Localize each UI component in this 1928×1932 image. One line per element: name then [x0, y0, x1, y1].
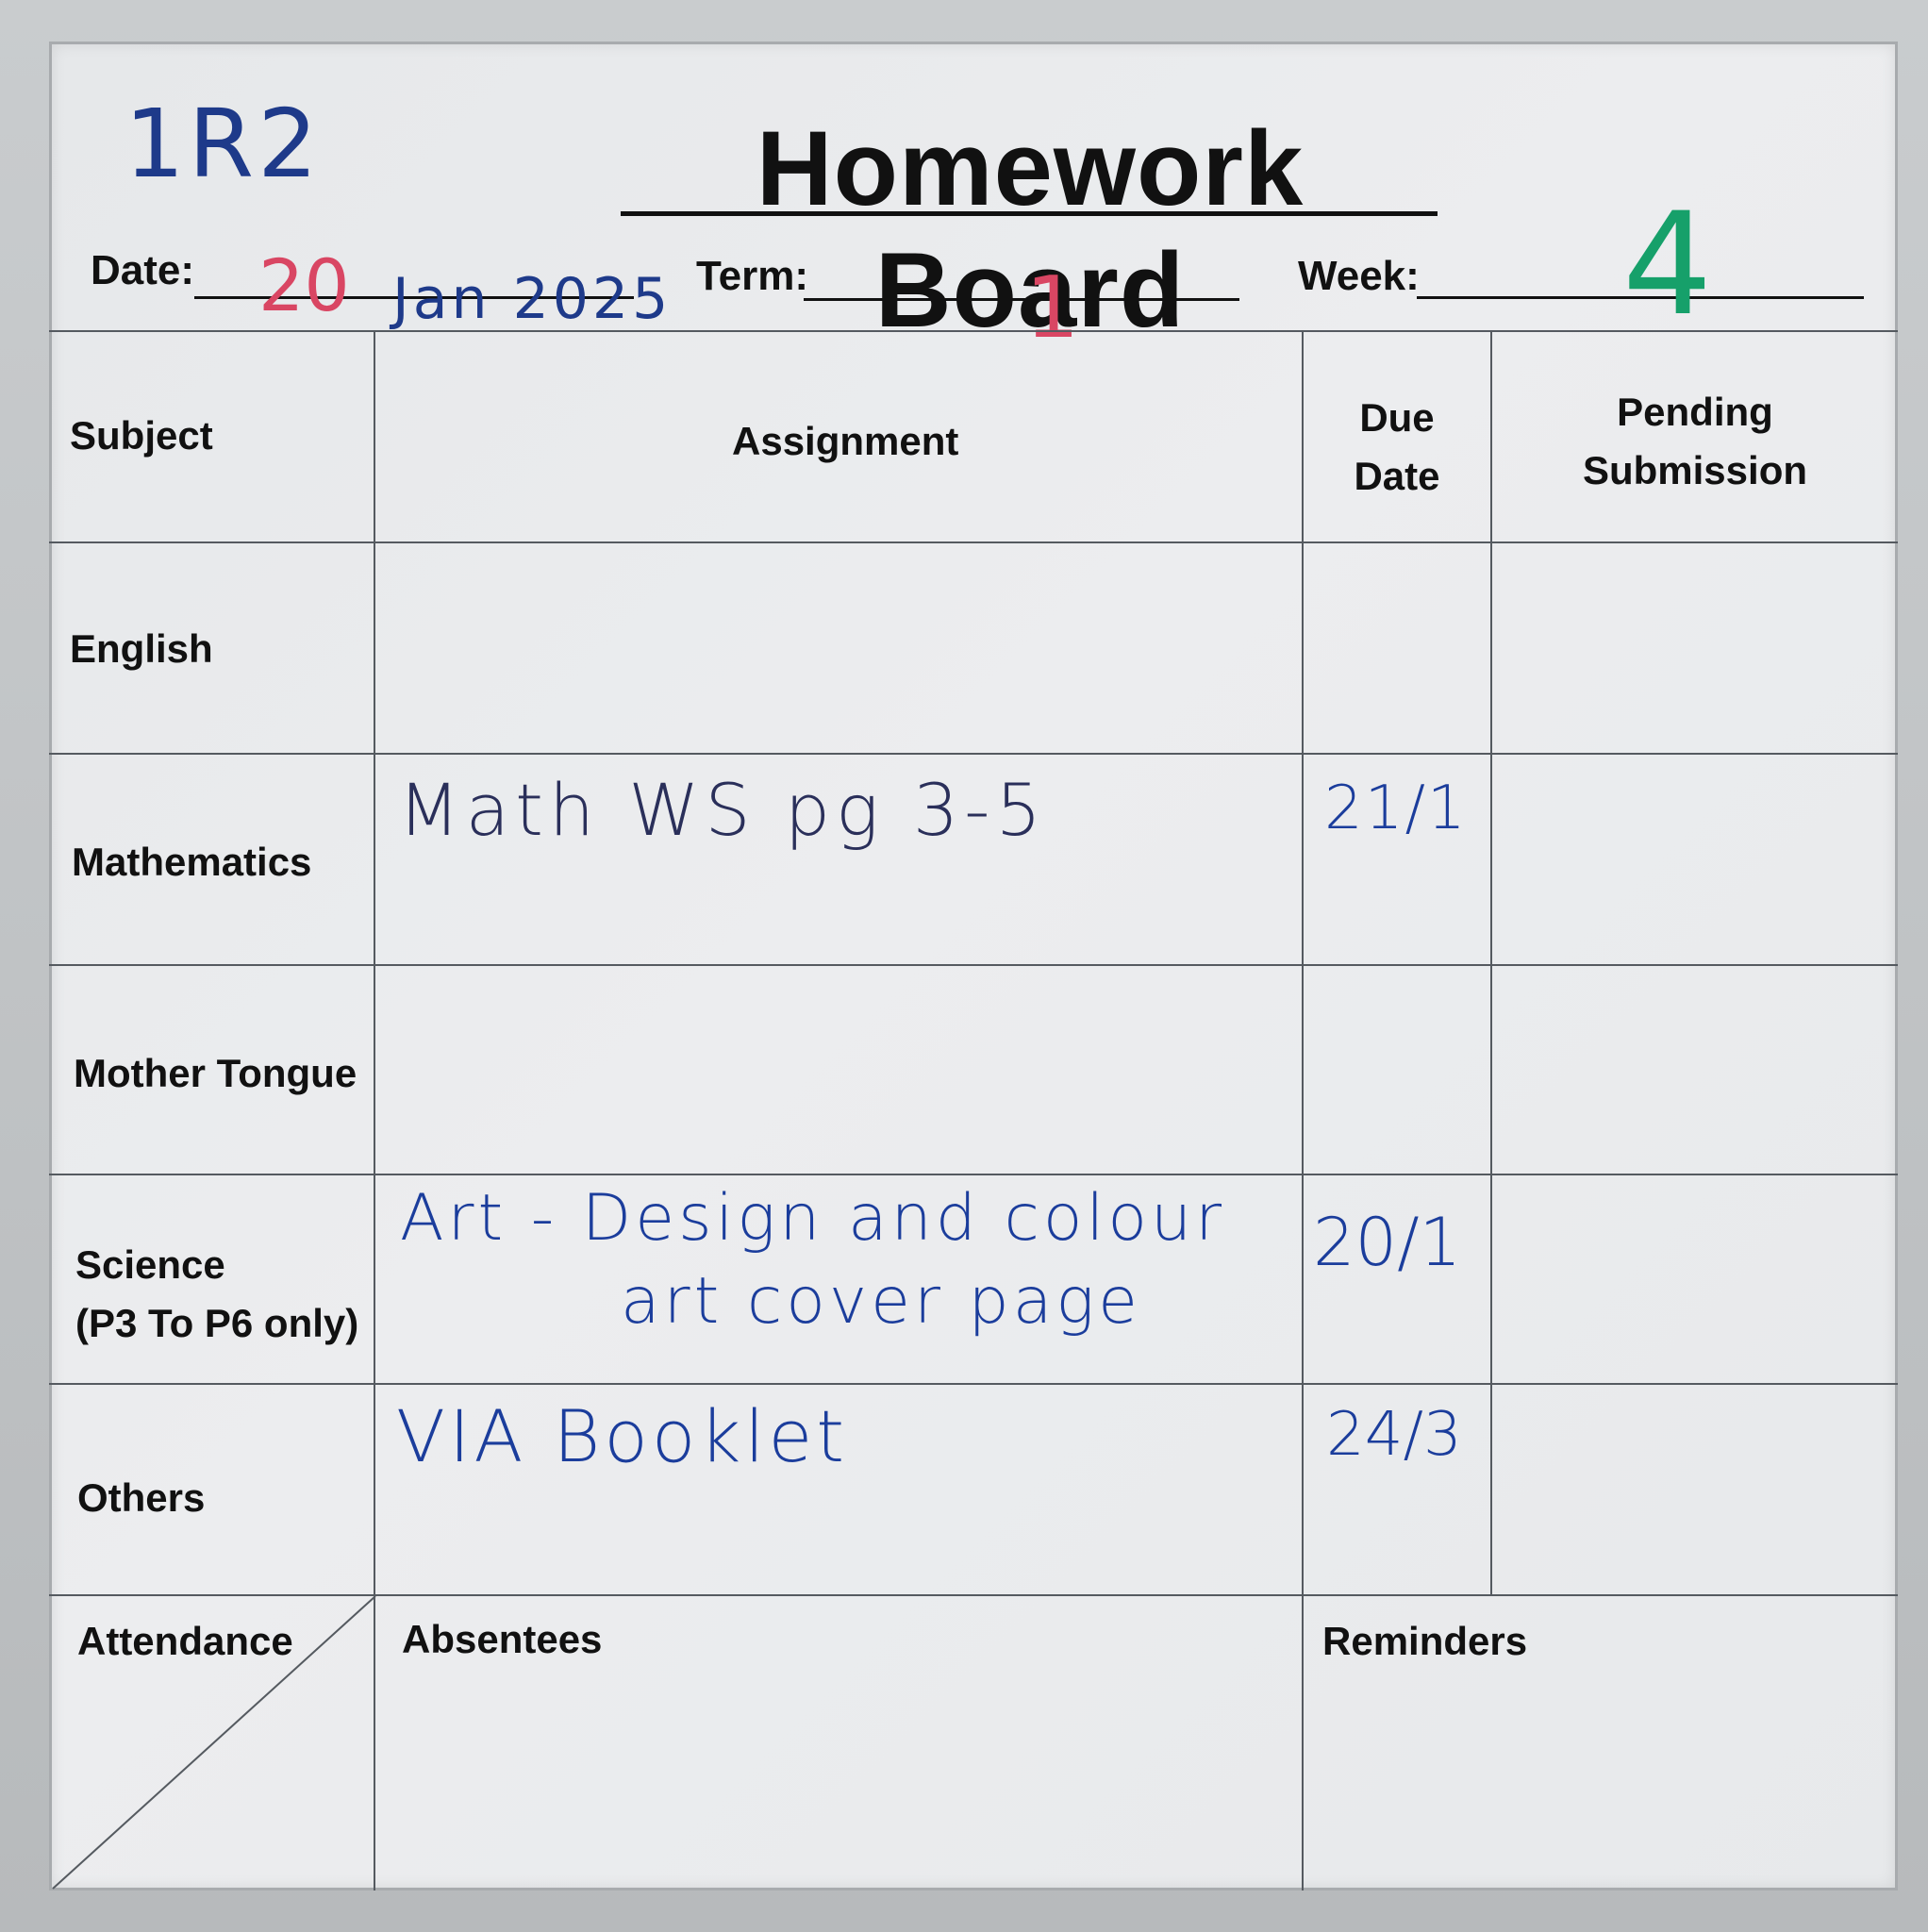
assignment-others: VIA Booklet	[396, 1394, 848, 1478]
whiteboard: 1R2 Homework Board Date: 20 Jan 2025 Ter…	[49, 42, 1898, 1890]
header-due-date: Due Date	[1304, 389, 1490, 506]
assignment-science-line1: Art - Design and colour	[400, 1181, 1226, 1256]
assignment-science-line2: art cover page	[621, 1264, 1142, 1339]
header-pending-submission: Pending Submission	[1492, 383, 1898, 500]
subject-science: Science (P3 To P6 only)	[75, 1236, 358, 1353]
subject-english: English	[70, 626, 213, 671]
subject-mother-tongue: Mother Tongue	[74, 1051, 357, 1095]
subject-science-line1: Science	[75, 1242, 225, 1287]
header-assignment: Assignment	[732, 419, 959, 463]
attendance-diagonal	[52, 1595, 376, 1890]
absentees-label: Absentees	[402, 1617, 603, 1661]
header-pending-line2: Submission	[1582, 448, 1808, 492]
header-due-line1: Due	[1359, 395, 1435, 440]
due-science: 20/1	[1313, 1204, 1462, 1281]
header-pending-line1: Pending	[1617, 390, 1773, 434]
due-others: 24/3	[1326, 1400, 1462, 1470]
header-subject: Subject	[70, 413, 213, 458]
assignment-mathematics: Math WS pg 3-5	[398, 768, 1047, 852]
attendance-label: Attendance	[77, 1619, 293, 1663]
subject-science-line2: (P3 To P6 only)	[75, 1301, 359, 1345]
subject-others: Others	[77, 1475, 206, 1520]
subject-mathematics: Mathematics	[72, 840, 312, 884]
due-mathematics: 21/1	[1324, 774, 1468, 843]
header-due-line2: Date	[1354, 454, 1440, 498]
reminders-label: Reminders	[1322, 1619, 1528, 1663]
